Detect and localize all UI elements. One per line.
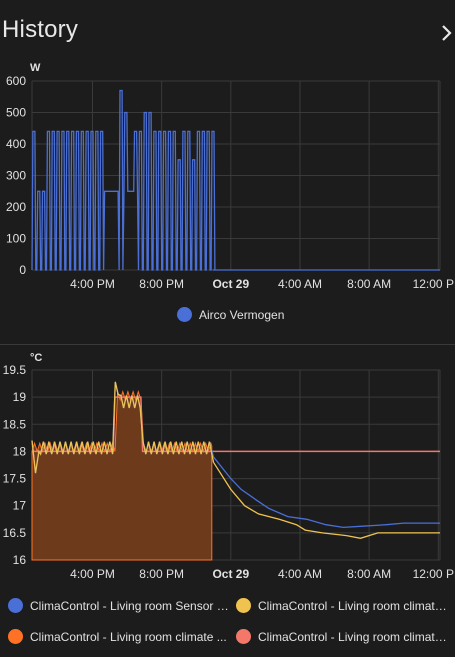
x-tick-label: 4:00 PM	[70, 567, 115, 581]
y-tick-label: 19.5	[3, 363, 27, 377]
legend-dot	[8, 629, 23, 644]
series-line-airco	[31, 89, 440, 271]
y-tick-label: 17	[13, 499, 27, 513]
legend-dot	[236, 629, 251, 644]
legend-label: ClimaControl - Living room climate ...	[258, 598, 452, 613]
y-tick-label: 200	[6, 200, 26, 214]
x-tick-label: Oct 29	[212, 567, 249, 581]
x-tick-label: 4:00 AM	[278, 277, 322, 291]
legend-item-climate-2[interactable]: ClimaControl - Living room climate ...	[8, 629, 230, 644]
x-tick-label: Oct 29	[212, 277, 249, 291]
legend-dot	[236, 598, 251, 613]
y-tick-label: 19	[13, 390, 27, 404]
x-tick-label: 4:00 PM	[70, 277, 115, 291]
x-tick-label: 4:00 AM	[278, 567, 322, 581]
power-chart: 600 500 400 300 200 100 0 4:00 PM 8:00 PM Oct 29 4…	[6, 62, 455, 291]
legend-label: ClimaControl - Living room climate ...	[30, 629, 227, 644]
legend-item-airco[interactable]: Airco Vermogen	[177, 307, 284, 322]
card-title: History	[2, 16, 79, 43]
x-tick-label: 12:00 PM	[413, 567, 455, 581]
x-tick-label: 8:00 PM	[139, 567, 184, 581]
x-tick-label: 8:00 AM	[347, 277, 391, 291]
y-tick-label: 0	[19, 263, 26, 277]
x-tick-label: 12:00 PM	[413, 277, 455, 291]
legend-dot	[177, 307, 192, 322]
y-tick-label: 300	[6, 169, 26, 183]
y-tick-label: 100	[6, 232, 26, 246]
legend-label: Airco Vermogen	[199, 307, 285, 322]
x-tick-label: 8:00 AM	[347, 567, 391, 581]
temperature-chart: 19.5 19 18.5 18 17.5 17 16.5 16 4:00 PM 8:00 PM Oc…	[3, 352, 455, 581]
legend-item-sensor[interactable]: ClimaControl - Living room Sensor -...	[8, 598, 230, 613]
legend-label: ClimaControl - Living room Sensor -...	[30, 598, 230, 613]
x-tick-label: 8:00 PM	[139, 277, 184, 291]
legend-item-climate-3[interactable]: ClimaControl - Living room climate ...	[236, 629, 452, 644]
legend-label: ClimaControl - Living room climate ...	[258, 629, 452, 644]
legend-item-climate-1[interactable]: ClimaControl - Living room climate ...	[236, 598, 452, 613]
y-tick-label: 17.5	[3, 472, 27, 486]
y-tick-label: 18.5	[3, 417, 27, 431]
legend-dot	[8, 598, 23, 613]
axis-unit-label: °C	[30, 352, 42, 364]
y-tick-label: 16	[13, 553, 27, 567]
y-tick-label: 600	[6, 74, 26, 88]
y-tick-label: 400	[6, 137, 26, 151]
chevron-right-icon[interactable]	[440, 24, 454, 42]
y-tick-label: 18	[13, 444, 27, 458]
y-tick-label: 500	[6, 106, 26, 120]
card-header: History	[0, 0, 455, 60]
series-area-heating	[31, 390, 213, 561]
y-tick-label: 16.5	[3, 526, 27, 540]
axis-unit-label: W	[30, 62, 41, 74]
